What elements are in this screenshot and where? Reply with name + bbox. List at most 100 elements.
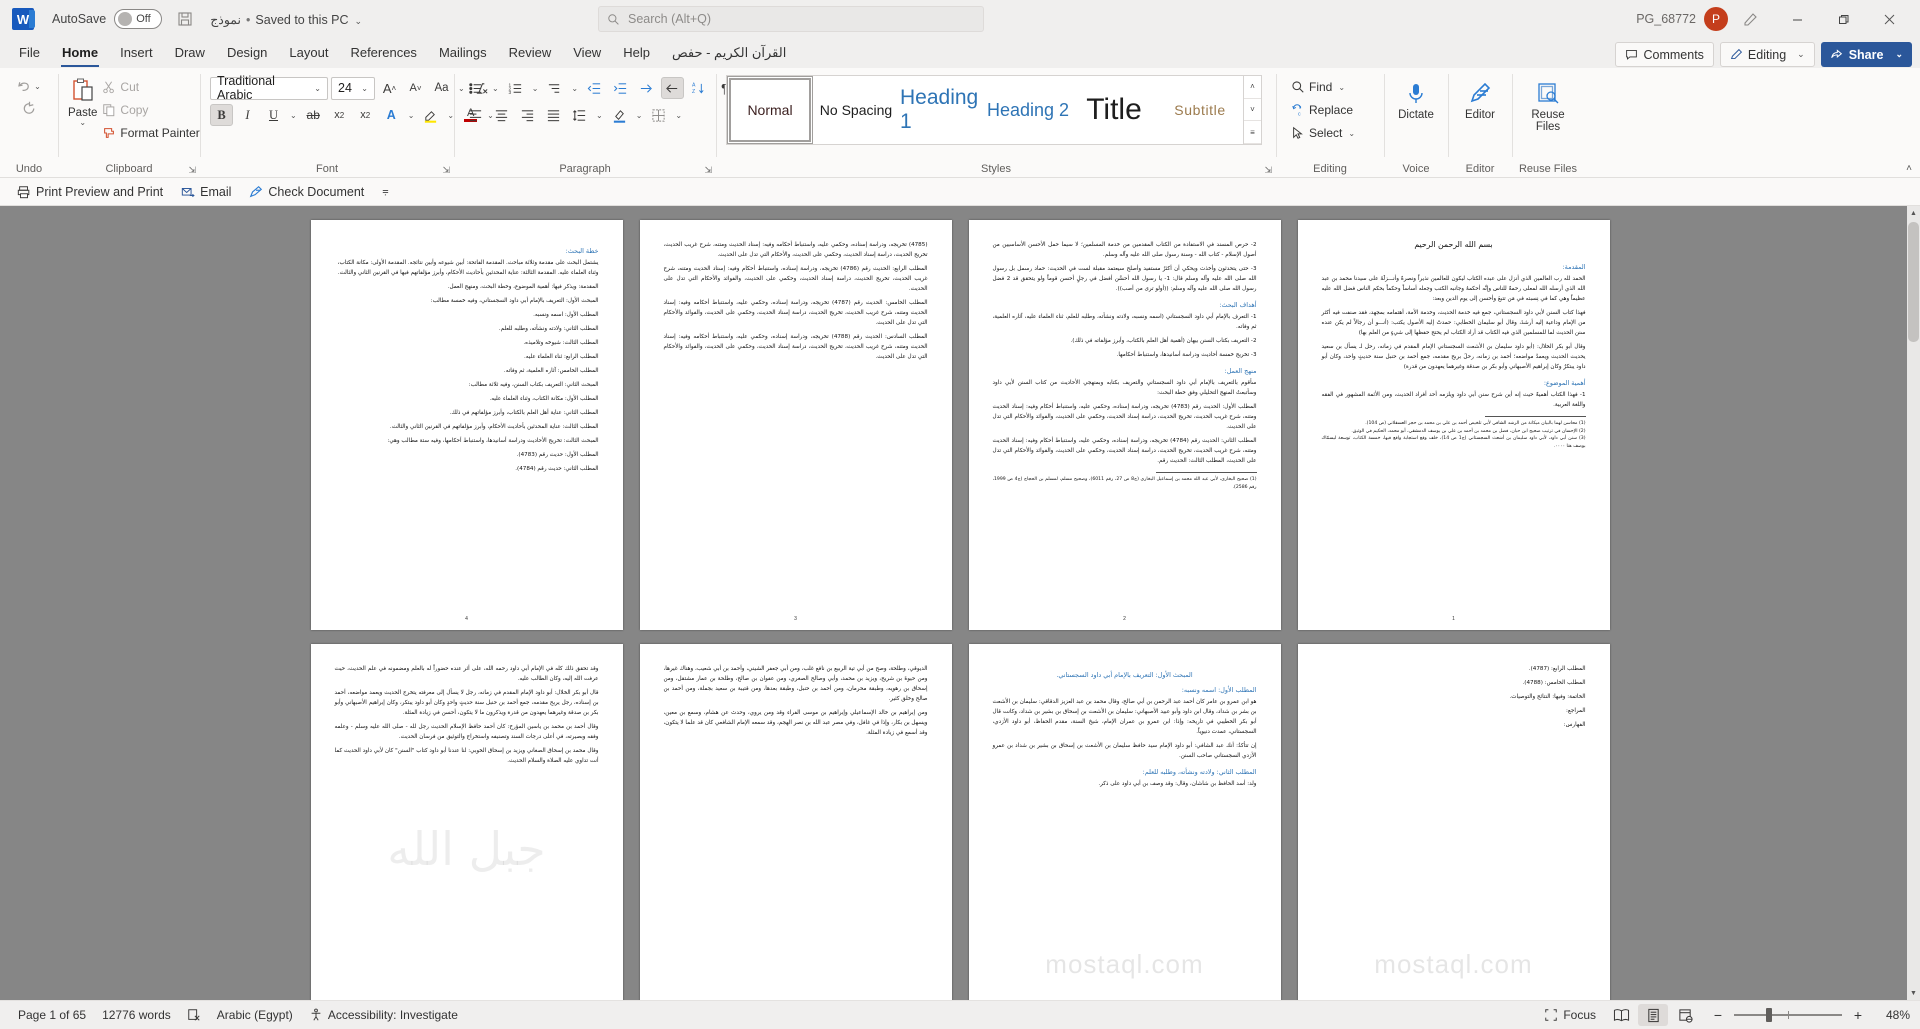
highlight-icon[interactable] (419, 104, 442, 126)
save-icon[interactable] (170, 6, 200, 32)
underline-dropdown-arrow[interactable]: ⌄ (288, 111, 299, 120)
text-effects-button[interactable]: A (380, 104, 403, 126)
share-button[interactable]: Share ⌄ (1820, 42, 1912, 67)
scroll-up-arrow[interactable]: ▲ (1907, 206, 1920, 220)
vertical-scrollbar[interactable]: ▲ ▼ (1907, 206, 1920, 1000)
document-canvas[interactable]: بسم الله الرحمن الرحيم المقدمة: الحمد لل… (0, 206, 1920, 1000)
numbering-icon[interactable]: 123 (504, 77, 527, 99)
multilevel-list-icon[interactable] (543, 77, 566, 99)
font-size-combobox[interactable]: 24 ⌄ (331, 76, 375, 100)
autosave-toggle[interactable]: Off (114, 9, 163, 29)
clipboard-dialog-launcher[interactable]: ⇲ (188, 165, 196, 176)
tab-home[interactable]: Home (51, 39, 109, 67)
align-left-icon[interactable] (464, 104, 487, 126)
dictate-button[interactable]: Dictate (1394, 77, 1438, 121)
font-dialog-launcher[interactable]: ⇲ (442, 165, 450, 176)
document-page-1[interactable]: بسم الله الرحمن الرحيم المقدمة: الحمد لل… (1297, 220, 1610, 630)
print-layout-icon[interactable] (1638, 1004, 1668, 1026)
styles-scroll-up[interactable]: ˄ (1244, 76, 1261, 99)
find-button[interactable]: Find ⌄ (1286, 76, 1352, 98)
tab-file[interactable]: File (8, 39, 51, 67)
zoom-out-button[interactable]: − (1710, 1007, 1726, 1023)
style-heading-1[interactable]: Heading 1 (899, 76, 985, 144)
scroll-down-arrow[interactable]: ▼ (1907, 986, 1920, 1000)
numbering-dropdown-arrow[interactable]: ⌄ (530, 84, 541, 93)
styles-gallery-scrollbar[interactable]: ˄ ˅ ≡ (1243, 76, 1261, 145)
close-button[interactable] (1866, 3, 1912, 35)
tab-view[interactable]: View (562, 39, 612, 67)
shrink-font-button[interactable]: A ˅ (404, 77, 427, 99)
undo-dropdown-arrow[interactable]: ⌄ (32, 82, 43, 91)
document-page-6[interactable]: المبحث الأول: التعريف بالإمام أبي داود ا… (968, 644, 1281, 1000)
paste-dropdown-arrow[interactable]: ⌄ (79, 119, 86, 127)
document-page-8[interactable]: وقد تحقق ذلك كله في الإمام أبي داود رحمه… (310, 644, 623, 1000)
print-preview-and-print-button[interactable]: Print Preview and Print (10, 181, 170, 203)
editor-button[interactable]: Editor (1458, 77, 1502, 121)
document-name-label[interactable]: نموذج • Saved to this PC ⌄ (210, 12, 362, 27)
style-subtitle[interactable]: Subtitle (1157, 76, 1243, 144)
tab-help[interactable]: Help (612, 39, 661, 67)
tab-quran-addin[interactable]: القرآن الكريم - حفص (661, 39, 797, 67)
document-page-4[interactable]: خطة البحث: يشتمل البحث على مقدمة وثلاثة … (310, 220, 623, 630)
style-normal[interactable]: Normal (727, 76, 813, 144)
bullets-icon[interactable] (464, 77, 487, 99)
chevron-down-icon[interactable]: ⌄ (355, 16, 363, 26)
scrollbar-thumb[interactable] (1908, 222, 1919, 342)
decrease-indent-icon[interactable] (583, 77, 606, 99)
paste-button[interactable]: Paste ⌄ (68, 73, 97, 127)
find-dropdown-arrow[interactable]: ⌄ (1336, 83, 1347, 92)
comments-button[interactable]: Comments (1615, 42, 1714, 67)
align-right-icon[interactable] (516, 104, 539, 126)
replace-button[interactable]: cb Replace (1286, 99, 1358, 121)
ribbon-display-options-icon[interactable] (1728, 3, 1774, 35)
accessibility-checker[interactable]: Accessibility: Investigate (301, 1006, 466, 1024)
select-button[interactable]: Select ⌄ (1286, 122, 1362, 144)
align-center-icon[interactable] (490, 104, 513, 126)
quick-access-more-button[interactable]: ⩦ (375, 181, 395, 203)
focus-mode-button[interactable]: Focus (1536, 1006, 1604, 1024)
format-painter-button[interactable]: Format Painter (97, 122, 204, 144)
style-no-spacing[interactable]: No Spacing (813, 76, 899, 144)
editing-mode-button[interactable]: Editing ⌄ (1719, 42, 1815, 67)
increase-indent-icon[interactable] (609, 77, 632, 99)
ltr-icon[interactable] (635, 77, 658, 99)
line-spacing-icon[interactable] (568, 104, 591, 126)
tab-review[interactable]: Review (498, 39, 563, 67)
zoom-slider-track[interactable] (1734, 1008, 1842, 1022)
zoom-slider-thumb[interactable] (1766, 1008, 1773, 1022)
italic-button[interactable]: I (236, 104, 259, 126)
undo-button[interactable]: ⌄ (12, 75, 46, 97)
shading-icon[interactable] (608, 104, 631, 126)
document-page-3[interactable]: (4785) تخريجه، ودراسة إسناده، وحكمي عليه… (639, 220, 952, 630)
tab-draw[interactable]: Draw (164, 39, 216, 67)
tab-insert[interactable]: Insert (109, 39, 164, 67)
search-input[interactable]: Search (Alt+Q) (598, 6, 984, 32)
grow-font-button[interactable]: A ˄ (378, 77, 401, 99)
cut-button[interactable]: Cut (97, 76, 204, 98)
tab-design[interactable]: Design (216, 39, 278, 67)
line-spacing-dropdown-arrow[interactable]: ⌄ (594, 111, 605, 120)
strikethrough-button[interactable]: ab (302, 104, 325, 126)
page-indicator[interactable]: Page 1 of 65 (10, 1006, 94, 1024)
copy-button[interactable]: Copy (97, 99, 204, 121)
redo-button[interactable] (18, 97, 41, 119)
zoom-level-label[interactable]: 48% (1876, 1008, 1910, 1022)
underline-button[interactable]: U (262, 104, 285, 126)
zoom-in-button[interactable]: + (1850, 1007, 1866, 1023)
multilevel-dropdown-arrow[interactable]: ⌄ (569, 84, 580, 93)
text-effects-dropdown-arrow[interactable]: ⌄ (406, 111, 417, 120)
document-page-2[interactable]: 2- حرص المسند في الاستفادة من الكتاب الم… (968, 220, 1281, 630)
select-dropdown-arrow[interactable]: ⌄ (1346, 129, 1357, 138)
reuse-files-button[interactable]: Reuse Files (1522, 77, 1574, 133)
sort-icon[interactable]: AZ (687, 77, 710, 99)
style-heading-2[interactable]: Heading 2 (985, 76, 1071, 144)
tab-layout[interactable]: Layout (278, 39, 339, 67)
tab-mailings[interactable]: Mailings (428, 39, 498, 67)
borders-icon[interactable] (647, 104, 670, 126)
document-page-7[interactable]: الديوقي، وطلحة، وصح من أبي تية الربيع بن… (639, 644, 952, 1000)
avatar[interactable]: P (1704, 7, 1728, 31)
superscript-button[interactable]: x2 (354, 104, 377, 126)
justify-icon[interactable] (542, 104, 565, 126)
change-case-button[interactable]: Aa (430, 77, 453, 99)
style-title[interactable]: Title (1071, 76, 1157, 144)
